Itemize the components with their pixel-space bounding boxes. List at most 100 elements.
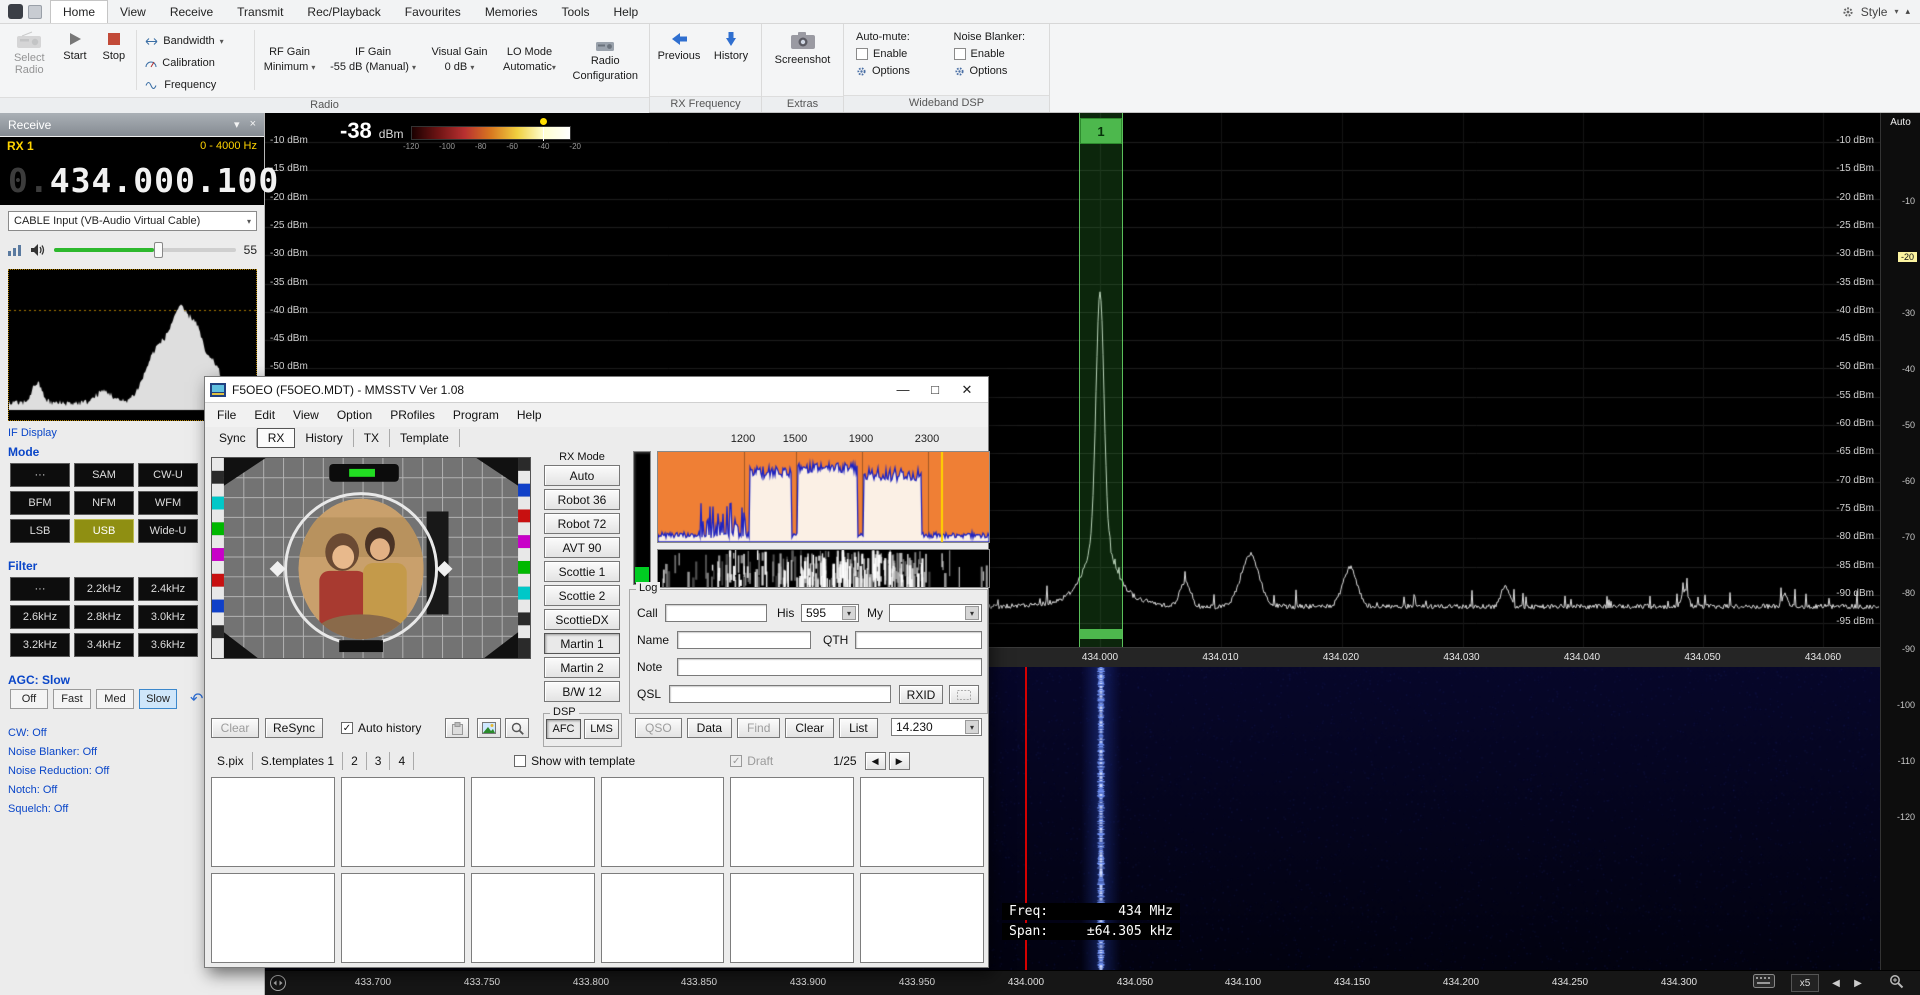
status-squelch-off[interactable]: Squelch: Off — [8, 803, 109, 815]
auto-mute-options-button[interactable]: Options — [856, 65, 936, 77]
mode-button-nfm[interactable]: NFM — [74, 491, 134, 515]
volume-slider[interactable] — [54, 248, 236, 252]
qth-input[interactable] — [855, 631, 982, 649]
speaker-icon[interactable] — [30, 243, 46, 257]
filter-button-2-4khz[interactable]: 2.4kHz — [138, 577, 198, 601]
menu-receive[interactable]: Receive — [158, 0, 225, 23]
close-button[interactable]: ✕ — [951, 378, 983, 402]
radio-configuration-button[interactable]: Radio Configuration — [565, 27, 645, 93]
agc-undo-icon[interactable]: ↶ — [190, 689, 203, 709]
note-input[interactable] — [677, 658, 982, 676]
history-thumbnail[interactable] — [471, 777, 595, 867]
auto-mute-enable-checkbox[interactable]: Enable — [856, 48, 936, 60]
mmsstv-tab-history[interactable]: History — [295, 429, 353, 447]
history-thumbnail[interactable] — [860, 873, 984, 963]
mmsstv-tab-template[interactable]: Template — [390, 429, 460, 447]
mode-button-sam[interactable]: SAM — [74, 463, 134, 487]
rxid-button[interactable]: RXID — [899, 685, 943, 704]
mode-button-wide-u[interactable]: Wide-U — [138, 519, 198, 543]
if-gain-dropdown[interactable]: IF Gain -55 dB (Manual) ▾ — [323, 27, 424, 93]
rx-mode-scottiedx[interactable]: ScottieDX — [544, 609, 620, 630]
frequency-button[interactable]: Frequency — [141, 76, 249, 94]
call-input[interactable] — [665, 604, 767, 622]
rx-mode-martin-1[interactable]: Martin 1 — [544, 633, 620, 654]
scroll-right-button[interactable]: ▶ — [1849, 974, 1867, 992]
noise-blanker-options-button[interactable]: Options — [954, 65, 1037, 77]
dsp-lms-button[interactable]: LMS — [584, 719, 619, 739]
rx-mode-scottie-2[interactable]: Scottie 2 — [544, 585, 620, 606]
level-scale-panel[interactable]: Auto -10-20-30-40-50-60-70-80-90-100-110… — [1880, 113, 1920, 970]
style-label[interactable]: Style — [1861, 5, 1888, 19]
pan-button[interactable] — [269, 974, 287, 992]
ribbon-collapse-icon[interactable]: ▴ — [1905, 6, 1910, 17]
menu-rec-playback[interactable]: Rec/Playback — [295, 0, 392, 23]
filter-button-3-2khz[interactable]: 3.2kHz — [10, 633, 70, 657]
levels-icon[interactable] — [8, 244, 22, 256]
history-thumbnail[interactable] — [601, 873, 725, 963]
rxid-aux-button[interactable] — [949, 685, 979, 704]
scroll-left-button[interactable]: ◀ — [1827, 974, 1845, 992]
mode-button-lsb[interactable]: LSB — [10, 519, 70, 543]
agc-button-slow[interactable]: Slow — [139, 689, 177, 709]
screenshot-button[interactable]: Screenshot — [770, 27, 836, 93]
auto-range-label[interactable]: Auto — [1881, 117, 1920, 128]
mode-button-item[interactable]: ··· — [10, 463, 70, 487]
keyboard-entry-button[interactable] — [1753, 974, 1775, 988]
mode-button-bfm[interactable]: BFM — [10, 491, 70, 515]
menu-transmit[interactable]: Transmit — [225, 0, 295, 23]
filter-button-3-6khz[interactable]: 3.6kHz — [138, 633, 198, 657]
log-qso-button[interactable]: QSO — [635, 718, 682, 738]
template-tab-3[interactable]: 3 — [367, 752, 391, 770]
history-thumbnail[interactable] — [341, 873, 465, 963]
menu-memories[interactable]: Memories — [473, 0, 550, 23]
template-tab-2[interactable]: 2 — [343, 752, 367, 770]
mmsstv-tab-sync[interactable]: Sync — [209, 429, 257, 447]
previous-frequency-button[interactable]: Previous — [654, 27, 704, 93]
draft-checkbox[interactable]: ✓ — [730, 755, 742, 767]
page-next-button[interactable]: ▶ — [889, 752, 910, 770]
channel-band-marker[interactable]: 1 — [1080, 118, 1122, 144]
bandwidth-button[interactable]: Bandwidth▾ — [141, 32, 249, 50]
log-list-button[interactable]: List — [839, 718, 878, 738]
log-clear-button[interactable]: Clear — [785, 718, 834, 738]
rx-mode-martin-2[interactable]: Martin 2 — [544, 657, 620, 678]
history-thumbnail[interactable] — [860, 777, 984, 867]
mmsstv-title-bar[interactable]: F5OEO (F5OEO.MDT) - MMSSTV Ver 1.08 — □ … — [205, 377, 988, 403]
history-thumbnail[interactable] — [341, 777, 465, 867]
qsl-input[interactable] — [669, 685, 891, 703]
rx-clear-button[interactable]: Clear — [211, 718, 259, 738]
rf-gain-dropdown[interactable]: RF Gain Minimum ▾ — [258, 27, 320, 93]
mmsstv-menu-view[interactable]: View — [284, 408, 328, 422]
save-image-button[interactable] — [477, 718, 501, 738]
rx-mode-robot-72[interactable]: Robot 72 — [544, 513, 620, 534]
frequency-display[interactable]: 0.434.000.100 — [0, 155, 264, 205]
mmsstv-menu-file[interactable]: File — [208, 408, 245, 422]
mmsstv-menu-help[interactable]: Help — [508, 408, 551, 422]
style-dropdown-icon[interactable]: ▾ — [1894, 7, 1898, 16]
filter-button-3-0khz[interactable]: 3.0kHz — [138, 605, 198, 629]
menu-tools[interactable]: Tools — [550, 0, 602, 23]
visual-gain-dropdown[interactable]: Visual Gain 0 dB ▾ — [425, 27, 493, 93]
zoom-in-button[interactable] — [1889, 974, 1904, 989]
filter-button-2-6khz[interactable]: 2.6kHz — [10, 605, 70, 629]
show-with-template-checkbox[interactable] — [514, 755, 526, 767]
rx-mode-b-w-12[interactable]: B/W 12 — [544, 681, 620, 702]
receive-panel-header[interactable]: Receive ▾× — [0, 113, 264, 136]
history-dropdown-button[interactable]: History — [706, 27, 756, 93]
filter-button-item[interactable]: ··· — [10, 577, 70, 601]
page-previous-button[interactable]: ◀ — [865, 752, 886, 770]
agc-section-label[interactable]: AGC: Slow — [8, 673, 70, 687]
noise-blanker-enable-checkbox[interactable]: Enable — [954, 48, 1037, 60]
if-display-link[interactable]: IF Display — [8, 427, 57, 439]
rx-mode-auto[interactable]: Auto — [544, 465, 620, 486]
filter-button-3-4khz[interactable]: 3.4kHz — [74, 633, 134, 657]
panel-collapse-icon[interactable]: ▾ — [234, 118, 240, 131]
channel-band[interactable]: 1 — [1079, 113, 1123, 647]
my-select[interactable]: ▾ — [889, 604, 982, 622]
history-thumbnail[interactable] — [211, 777, 335, 867]
mmsstv-menu-program[interactable]: Program — [444, 408, 508, 422]
auto-history-checkbox[interactable]: ✓ — [341, 722, 353, 734]
log-data-button[interactable]: Data — [687, 718, 732, 738]
history-thumbnail[interactable] — [211, 873, 335, 963]
his-select[interactable]: 595▾ — [801, 604, 859, 622]
